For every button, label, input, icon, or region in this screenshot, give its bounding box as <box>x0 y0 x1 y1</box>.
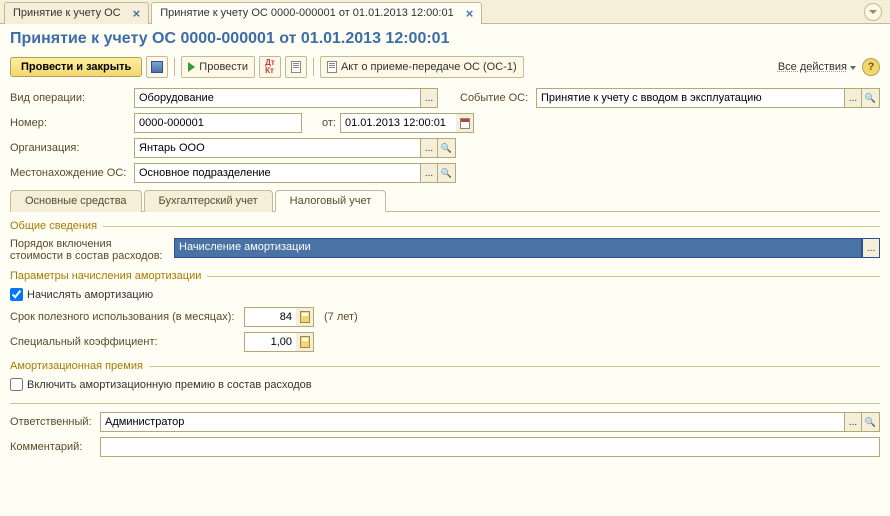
save-button[interactable] <box>146 56 168 78</box>
content-area: Принятие к учету ОС 0000-000001 от 01.01… <box>0 24 890 516</box>
select-button[interactable]: ... <box>420 138 438 158</box>
life-label: Срок полезного использования (в месяцах)… <box>10 311 240 323</box>
life-years: (7 лет) <box>324 311 358 323</box>
act-label: Акт о приеме-передаче ОС (ОС-1) <box>341 61 517 73</box>
post-label: Провести <box>199 61 248 73</box>
sub-tabs: Основные средства Бухгалтерский учет Нал… <box>10 189 880 212</box>
tab-accounting[interactable]: Бухгалтерский учет <box>144 190 273 212</box>
comment-input[interactable] <box>100 437 880 457</box>
date-label: от: <box>316 117 336 129</box>
calc-button[interactable] <box>296 332 314 352</box>
resp-label: Ответственный: <box>10 416 96 428</box>
resp-input[interactable] <box>100 412 844 432</box>
calc-button[interactable] <box>296 307 314 327</box>
op-type-input[interactable] <box>134 88 420 108</box>
all-actions-menu[interactable]: Все действия <box>778 61 856 73</box>
save-icon <box>151 61 163 73</box>
order-label-1: Порядок включения <box>10 238 170 250</box>
op-type-label: Вид операции: <box>10 92 130 104</box>
coef-input[interactable] <box>244 332 296 352</box>
bonus-checkbox[interactable] <box>10 378 23 391</box>
org-label: Организация: <box>10 142 130 154</box>
select-button[interactable]: ... <box>844 412 862 432</box>
select-button[interactable]: ... <box>844 88 862 108</box>
comment-label: Комментарий: <box>10 441 96 453</box>
tab-label: Принятие к учету ОС <box>13 7 121 19</box>
location-label: Местонахождение ОС: <box>10 167 130 179</box>
number-label: Номер: <box>10 117 130 129</box>
tab-list[interactable]: Принятие к учету ОС × <box>4 2 149 24</box>
amort-check-label: Начислять амортизацию <box>27 289 153 301</box>
search-icon <box>865 92 876 104</box>
help-button[interactable]: ? <box>862 58 880 76</box>
print-act-button[interactable]: Акт о приеме-передаче ОС (ОС-1) <box>320 56 524 78</box>
search-button[interactable] <box>862 412 880 432</box>
number-input[interactable] <box>134 113 302 133</box>
calendar-button[interactable] <box>456 113 474 133</box>
date-input[interactable] <box>340 113 456 133</box>
search-icon <box>441 167 452 179</box>
calc-icon <box>300 311 310 323</box>
calc-icon <box>300 336 310 348</box>
order-label-2: стоимости в состав расходов: <box>10 250 170 262</box>
amort-checkbox[interactable] <box>10 288 23 301</box>
toolbar: Провести и закрыть Провести ДтКт Акт о п… <box>10 56 880 78</box>
page-title: Принятие к учету ОС 0000-000001 от 01.01… <box>10 30 880 48</box>
select-button[interactable]: ... <box>862 238 880 258</box>
tab-document[interactable]: Принятие к учету ОС 0000-000001 от 01.01… <box>151 2 482 24</box>
event-label: Событие ОС: <box>460 92 532 104</box>
order-input[interactable]: Начисление амортизации <box>174 238 862 258</box>
collapse-button[interactable] <box>864 3 882 21</box>
group-amort-title: Параметры начисления амортизации <box>10 270 880 282</box>
group-general-title: Общие сведения <box>10 220 880 232</box>
search-icon <box>441 142 452 154</box>
org-input[interactable] <box>134 138 420 158</box>
window-tabs: Принятие к учету ОС × Принятие к учету О… <box>0 0 890 24</box>
separator <box>313 58 314 76</box>
bonus-check-label: Включить амортизационную премию в состав… <box>27 379 312 391</box>
separator <box>174 58 175 76</box>
print-icon <box>327 61 337 73</box>
select-button[interactable]: ... <box>420 88 438 108</box>
post-button[interactable]: Провести <box>181 56 255 78</box>
divider <box>10 403 880 404</box>
dtkt-button[interactable]: ДтКт <box>259 56 281 78</box>
search-button[interactable] <box>438 138 456 158</box>
tab-label: Принятие к учету ОС 0000-000001 от 01.01… <box>160 7 453 19</box>
structure-button[interactable] <box>285 56 307 78</box>
search-button[interactable] <box>862 88 880 108</box>
close-icon[interactable]: × <box>133 6 141 21</box>
location-input[interactable] <box>134 163 420 183</box>
dtkt-icon: ДтКт <box>265 59 275 75</box>
chevron-down-icon <box>850 66 856 70</box>
post-and-close-button[interactable]: Провести и закрыть <box>10 57 142 77</box>
close-icon[interactable]: × <box>466 6 474 21</box>
play-icon <box>188 62 195 72</box>
coef-label: Специальный коэффициент: <box>10 336 240 348</box>
search-icon <box>865 416 876 428</box>
search-button[interactable] <box>438 163 456 183</box>
event-input[interactable] <box>536 88 844 108</box>
doc-icon <box>291 61 301 73</box>
group-bonus-title: Амортизационная премия <box>10 360 880 372</box>
tab-tax[interactable]: Налоговый учет <box>275 190 387 212</box>
tab-fixed-assets[interactable]: Основные средства <box>10 190 142 212</box>
calendar-icon <box>460 118 470 129</box>
life-input[interactable] <box>244 307 296 327</box>
select-button[interactable]: ... <box>420 163 438 183</box>
